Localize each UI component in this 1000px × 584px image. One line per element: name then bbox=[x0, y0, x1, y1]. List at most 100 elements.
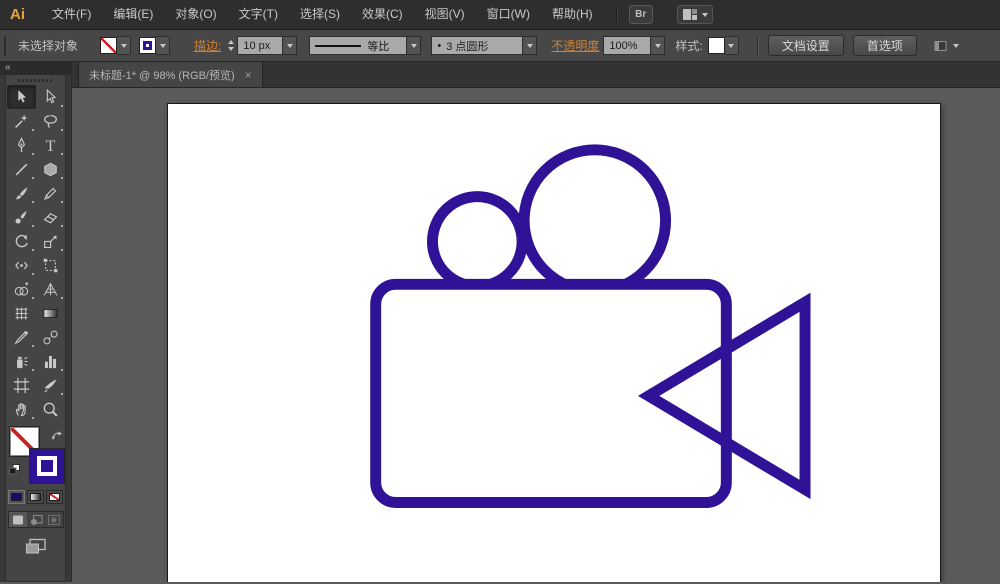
chevron-down-icon bbox=[701, 12, 708, 17]
workspace: « T 未标题-1* @ 98% (RGB/预览) × bbox=[0, 62, 1000, 582]
tool-pencil[interactable] bbox=[36, 181, 65, 205]
tool-eyedropper[interactable] bbox=[7, 325, 36, 349]
chevron-down-icon bbox=[728, 43, 735, 48]
brush-definition-select[interactable]: • 3 点圆形 bbox=[431, 36, 524, 55]
color-button[interactable] bbox=[8, 490, 25, 504]
tool-mesh[interactable] bbox=[7, 301, 36, 325]
controlbar-separator bbox=[756, 34, 758, 57]
selection-icon bbox=[17, 89, 26, 103]
gradient-button[interactable] bbox=[27, 490, 44, 504]
tool-blend[interactable] bbox=[36, 325, 65, 349]
stroke-swatch-active[interactable] bbox=[28, 448, 65, 484]
stroke-panel-link[interactable]: 描边: bbox=[194, 37, 221, 54]
bridge-icon[interactable]: Br bbox=[628, 5, 653, 24]
tool-pen[interactable] bbox=[7, 133, 36, 157]
tools-collapse-button[interactable]: « bbox=[0, 62, 71, 75]
fill-color-control[interactable] bbox=[100, 36, 132, 55]
flyout-indicator-icon bbox=[60, 249, 63, 251]
document-setup-button[interactable]: 文档设置 bbox=[767, 35, 844, 56]
close-tab-icon[interactable]: × bbox=[245, 69, 252, 81]
flyout-indicator-icon bbox=[60, 297, 63, 299]
tool-shape[interactable] bbox=[36, 157, 65, 181]
flyout-indicator-icon bbox=[31, 417, 34, 419]
style-control[interactable] bbox=[707, 36, 739, 55]
stepper-down-icon[interactable] bbox=[228, 47, 235, 51]
opacity-dropdown[interactable] bbox=[651, 36, 666, 55]
tool-artboard[interactable] bbox=[7, 373, 36, 397]
tool-rotate[interactable] bbox=[7, 229, 36, 253]
zoom-icon bbox=[43, 402, 58, 417]
artboard[interactable] bbox=[167, 103, 941, 582]
shape-circle[interactable] bbox=[426, 191, 528, 292]
panel-grip[interactable] bbox=[4, 35, 8, 56]
tool-type[interactable]: T bbox=[36, 133, 65, 157]
pasteboard[interactable] bbox=[72, 88, 1000, 582]
tool-width[interactable] bbox=[7, 253, 36, 277]
width-profile-dropdown[interactable] bbox=[407, 36, 422, 55]
tool-symbol-sprayer[interactable] bbox=[7, 349, 36, 373]
width-profile-select[interactable]: 等比 bbox=[309, 36, 408, 55]
draw-normal-icon[interactable] bbox=[8, 512, 27, 527]
menu-item[interactable]: 窗口(W) bbox=[476, 0, 541, 29]
tool-gradient[interactable] bbox=[36, 301, 65, 325]
default-fill-stroke-icon[interactable] bbox=[8, 463, 21, 481]
tool-scale[interactable] bbox=[36, 229, 65, 253]
flyout-indicator-icon bbox=[31, 225, 34, 227]
stroke-width-input[interactable]: 10 px bbox=[237, 36, 284, 55]
change-screen-mode-button[interactable] bbox=[25, 538, 47, 555]
tool-magic-wand[interactable] bbox=[7, 109, 36, 133]
panel-drag-gripper[interactable] bbox=[17, 79, 54, 82]
preferences-button[interactable]: 首选项 bbox=[852, 35, 917, 56]
none-fill-swatch-icon[interactable] bbox=[100, 37, 118, 54]
stepper-up-icon[interactable] bbox=[228, 40, 235, 44]
opacity-panel-link[interactable]: 不透明度 bbox=[551, 37, 599, 54]
workspace-switcher-button[interactable] bbox=[676, 5, 713, 24]
tool-grid: T bbox=[6, 85, 65, 421]
draw-inside-icon[interactable] bbox=[44, 512, 63, 527]
tool-zoom[interactable] bbox=[36, 397, 65, 421]
style-swatch-icon[interactable] bbox=[707, 37, 725, 54]
shape-circle[interactable] bbox=[518, 144, 672, 297]
menu-item[interactable]: 对象(O) bbox=[164, 0, 227, 29]
menu-item[interactable]: 选择(S) bbox=[289, 0, 351, 29]
stroke-color-swatch-icon[interactable] bbox=[139, 37, 157, 54]
symbol-sprayer-icon bbox=[16, 356, 28, 368]
stroke-width-dropdown[interactable] bbox=[283, 36, 298, 55]
document-tab[interactable]: 未标题-1* @ 98% (RGB/预览) × bbox=[78, 62, 263, 87]
blend-icon bbox=[42, 330, 58, 344]
swap-fill-stroke-icon[interactable] bbox=[51, 428, 63, 446]
menu-item[interactable]: 视图(V) bbox=[414, 0, 476, 29]
tool-shape-builder[interactable] bbox=[7, 277, 36, 301]
tool-paintbrush[interactable] bbox=[7, 181, 36, 205]
stroke-width-stepper[interactable] bbox=[228, 40, 235, 51]
tool-column-graph[interactable] bbox=[36, 349, 65, 373]
menu-item[interactable]: 文字(T) bbox=[228, 0, 289, 29]
menu-item[interactable]: 帮助(H) bbox=[541, 0, 604, 29]
none-button[interactable] bbox=[46, 490, 63, 504]
brush-dropdown[interactable] bbox=[523, 36, 538, 55]
style-dropdown[interactable] bbox=[724, 36, 739, 55]
tool-lasso[interactable] bbox=[36, 109, 65, 133]
control-panel-menu-button[interactable] bbox=[934, 40, 959, 52]
tool-eraser[interactable] bbox=[36, 205, 65, 229]
flyout-indicator-icon bbox=[31, 345, 34, 347]
tool-free-transform[interactable] bbox=[36, 253, 65, 277]
opacity-input[interactable]: 100% bbox=[603, 36, 652, 55]
menu-item[interactable]: 效果(C) bbox=[351, 0, 414, 29]
tool-slice[interactable] bbox=[36, 373, 65, 397]
style-label: 样式: bbox=[675, 39, 703, 53]
tool-line-segment[interactable] bbox=[7, 157, 36, 181]
stroke-dropdown-button[interactable] bbox=[156, 36, 171, 55]
stroke-color-control[interactable] bbox=[139, 36, 171, 55]
tool-selection[interactable] bbox=[6, 85, 36, 109]
menu-item[interactable]: 编辑(E) bbox=[102, 0, 164, 29]
menu-item[interactable]: 文件(F) bbox=[41, 0, 102, 29]
tool-perspective-grid[interactable] bbox=[36, 277, 65, 301]
tool-blob-brush[interactable] bbox=[7, 205, 36, 229]
shape-rounded-rect[interactable] bbox=[370, 278, 732, 508]
tool-direct-selection[interactable] bbox=[36, 85, 65, 109]
fill-dropdown-button[interactable] bbox=[117, 36, 132, 55]
tool-hand[interactable] bbox=[7, 397, 36, 421]
flyout-indicator-icon bbox=[31, 153, 34, 155]
draw-behind-icon[interactable] bbox=[26, 512, 45, 527]
